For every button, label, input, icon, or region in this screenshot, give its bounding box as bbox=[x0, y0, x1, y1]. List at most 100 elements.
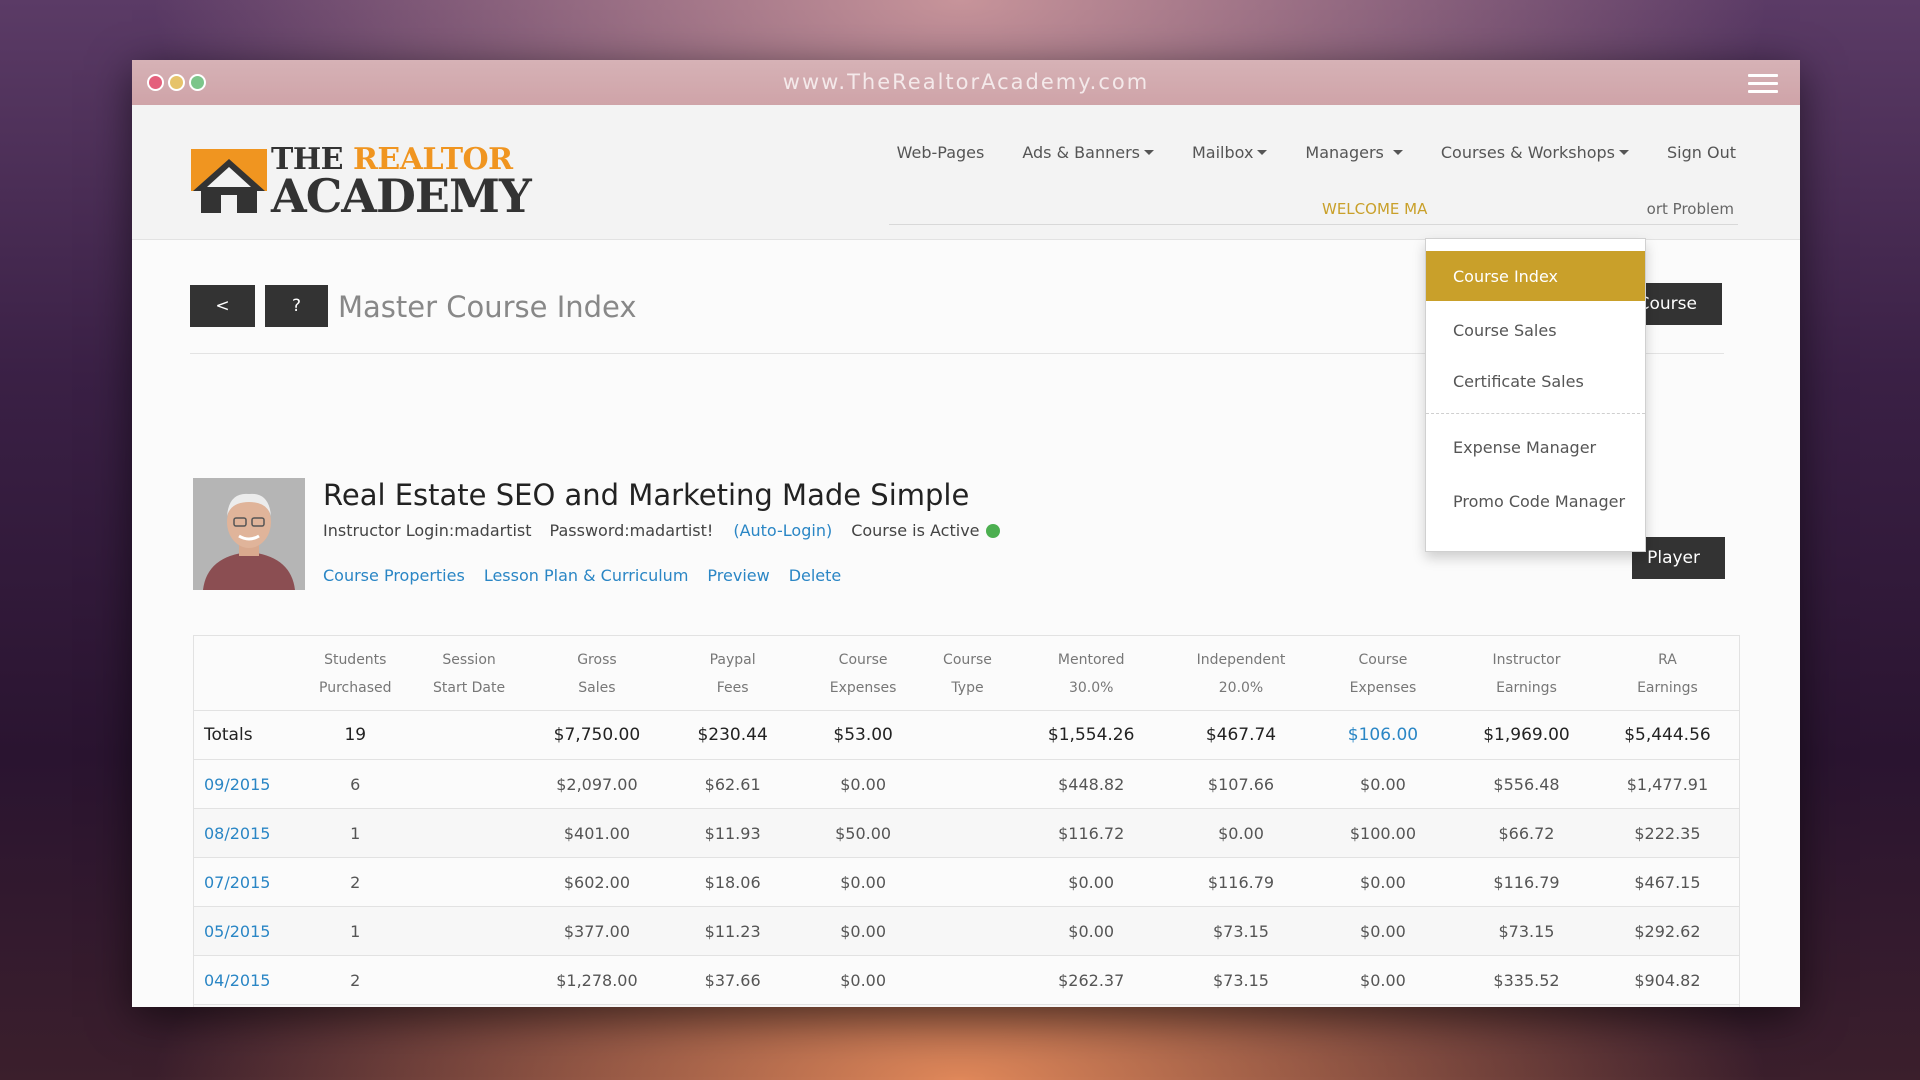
report-problem-link[interactable]: ort Problem bbox=[1647, 200, 1734, 218]
table-cell: $48.49 bbox=[1173, 1004, 1309, 1007]
table-cell bbox=[409, 955, 530, 1005]
table-row: 02/20151$250.00$7.55$0.00$0.00$48.49$0.0… bbox=[194, 1004, 1739, 1007]
nav-mailbox[interactable]: Mailbox bbox=[1191, 143, 1268, 162]
help-button[interactable]: ? bbox=[265, 285, 328, 327]
column-header: Course Expenses bbox=[1309, 636, 1457, 711]
table-cell: $5,444.56 bbox=[1595, 710, 1739, 760]
period-link[interactable]: 09/2015 bbox=[194, 759, 302, 809]
menu-divider bbox=[1426, 413, 1645, 414]
column-header-line2: 30.0% bbox=[1068, 680, 1114, 696]
table-row: 08/2015 1 $401.00 $11.93 $50.00 $116.72 $0.00 $… bbox=[194, 808, 1739, 858]
menu-item-promo-code-manager[interactable]: Promo Code Manager bbox=[1426, 474, 1645, 528]
menu-item-expense-manager[interactable]: Expense Manager bbox=[1426, 420, 1645, 474]
course-actions: Course Properties Lesson Plan & Curricul… bbox=[323, 566, 841, 585]
nav-label: Mailbox bbox=[1191, 143, 1254, 162]
menu-item-certificate-sales[interactable]: Certificate Sales bbox=[1426, 359, 1645, 403]
table-cell: $2,097.00 bbox=[529, 759, 665, 809]
table-row: 05/2015 1 $377.00 $11.23 $0.00 $0.00 $73.15 $0.… bbox=[194, 906, 1739, 956]
table-cell bbox=[925, 906, 1010, 956]
nav-web-pages[interactable]: Web-Pages bbox=[897, 143, 985, 162]
table-cell: $11.23 bbox=[664, 906, 801, 956]
table-cell: $262.37 bbox=[1009, 955, 1174, 1005]
table-cell: $0.00 bbox=[1308, 955, 1458, 1005]
table-cell: $193.96 bbox=[1595, 1004, 1739, 1007]
table-cell: $11.93 bbox=[664, 808, 801, 858]
table-cell: $222.35 bbox=[1595, 808, 1739, 858]
course-status-text: Course is Active bbox=[851, 521, 980, 540]
hamburger-menu-icon[interactable] bbox=[1748, 74, 1778, 94]
nav-sign-out[interactable]: Sign Out bbox=[1667, 143, 1736, 162]
column-header: Course Type bbox=[926, 636, 1010, 711]
period-link[interactable]: 05/2015 bbox=[194, 906, 302, 956]
nav-courses-workshops[interactable]: Courses & Workshops bbox=[1441, 143, 1629, 162]
table-cell bbox=[925, 808, 1010, 858]
table-cell: $107.66 bbox=[1173, 759, 1309, 809]
preview-link[interactable]: Preview bbox=[707, 566, 769, 585]
column-header-line2: 20.0% bbox=[1218, 680, 1264, 696]
course-credentials: Instructor Login: madartist Password: mada… bbox=[323, 521, 1000, 540]
table-cell: $0.00 bbox=[1009, 906, 1174, 956]
table-cell: 2 bbox=[301, 955, 410, 1005]
period-link[interactable]: 02/2015 bbox=[194, 1004, 302, 1007]
period-link[interactable]: 04/2015 bbox=[194, 955, 302, 1005]
table-cell bbox=[409, 808, 530, 858]
delete-link[interactable]: Delete bbox=[789, 566, 842, 585]
column-header-line1: Course bbox=[1358, 652, 1408, 668]
table-cell[interactable]: $106.00 bbox=[1308, 710, 1458, 760]
table-cell: $62.61 bbox=[664, 759, 801, 809]
column-header-line1: RA bbox=[1658, 652, 1677, 668]
welcome-text: WELCOME MA bbox=[1322, 200, 1428, 218]
table-cell bbox=[925, 955, 1010, 1005]
table-cell: 1 bbox=[301, 906, 410, 956]
site-logo[interactable]: THE REALTOR ACADEMY bbox=[191, 145, 532, 219]
lesson-plan-link[interactable]: Lesson Plan & Curriculum bbox=[484, 566, 689, 585]
table-cell: $467.74 bbox=[1173, 710, 1309, 760]
table-cell bbox=[925, 1004, 1010, 1007]
table-cell: 1 bbox=[301, 1004, 410, 1007]
totals-label: Totals bbox=[194, 710, 302, 760]
column-header-line2: Type bbox=[951, 680, 984, 696]
table-cell bbox=[925, 759, 1010, 809]
table-cell: $0.00 bbox=[800, 906, 926, 956]
table-cell: 6 bbox=[301, 759, 410, 809]
nav-managers[interactable]: Managers bbox=[1305, 143, 1403, 162]
auto-login-link[interactable]: (Auto-Login) bbox=[733, 521, 832, 540]
period-link[interactable]: 08/2015 bbox=[194, 808, 302, 858]
caret-down-icon bbox=[1619, 150, 1629, 155]
house-logo-icon bbox=[191, 149, 267, 215]
nav-label: Managers bbox=[1305, 143, 1384, 162]
table-cell: $467.15 bbox=[1595, 857, 1739, 907]
table-cell: $556.48 bbox=[1457, 759, 1596, 809]
column-header-line1: Session bbox=[442, 652, 496, 668]
nav-label: Ads & Banners bbox=[1022, 143, 1140, 162]
table-cell: $448.82 bbox=[1009, 759, 1174, 809]
table-cell: $0.00 bbox=[800, 759, 926, 809]
menu-item-course-index[interactable]: Course Index bbox=[1426, 251, 1645, 301]
nav-ads-banners[interactable]: Ads & Banners bbox=[1022, 143, 1154, 162]
course-properties-link[interactable]: Course Properties bbox=[323, 566, 465, 585]
table-cell bbox=[409, 1004, 530, 1007]
table-cell: $73.15 bbox=[1173, 955, 1309, 1005]
table-cell: $230.44 bbox=[664, 710, 801, 760]
nav-label: Sign Out bbox=[1667, 143, 1736, 162]
column-header: Independent 20.0% bbox=[1173, 636, 1309, 711]
nav-label: Web-Pages bbox=[896, 143, 985, 162]
column-header-line2: Start Date bbox=[432, 680, 506, 696]
column-header-line2: Expenses bbox=[1349, 680, 1417, 696]
column-header: Course Expenses bbox=[800, 636, 925, 711]
table-cell: $904.82 bbox=[1595, 955, 1739, 1005]
column-header: Instructor Earnings bbox=[1457, 636, 1596, 711]
table-cell: $0.00 bbox=[800, 857, 926, 907]
table-cell: 1 bbox=[301, 808, 410, 858]
back-button[interactable]: < bbox=[190, 285, 255, 327]
login-value: madartist bbox=[454, 521, 532, 540]
column-header-line2: Sales bbox=[578, 680, 616, 696]
period-link[interactable]: 07/2015 bbox=[194, 857, 302, 907]
password-value: madartist! bbox=[629, 521, 714, 540]
table-cell: $18.06 bbox=[664, 857, 801, 907]
table-cell: $73.15 bbox=[1457, 906, 1596, 956]
table-cell: $0.00 bbox=[1308, 759, 1458, 809]
table-row: 07/2015 2 $602.00 $18.06 $0.00 $0.00 $116.79 $0… bbox=[194, 857, 1739, 907]
column-header: Session Start Date bbox=[409, 636, 529, 711]
menu-item-course-sales[interactable]: Course Sales bbox=[1426, 301, 1645, 359]
